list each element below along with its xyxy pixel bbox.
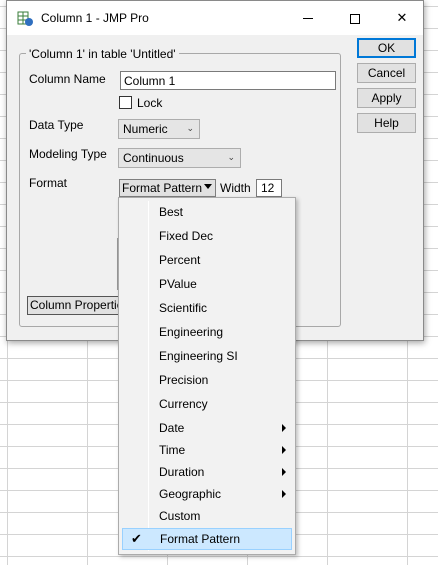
chevron-down-icon: ⌄ — [227, 152, 235, 162]
format-menu: Best Fixed Dec Percent PValue Scientific… — [118, 197, 296, 555]
menu-item-engineering[interactable]: Engineering — [122, 321, 292, 343]
format-value: Format Pattern — [122, 181, 203, 195]
menu-item-custom[interactable]: Custom — [122, 505, 292, 527]
close-button[interactable]: ✕ — [379, 1, 425, 35]
menu-item-percent[interactable]: Percent — [122, 249, 292, 271]
menu-item-date[interactable]: Date — [122, 417, 292, 439]
submenu-arrow-icon — [282, 446, 286, 454]
group-title: 'Column 1' in table 'Untitled' — [26, 47, 179, 61]
menu-item-label: Precision — [159, 373, 209, 387]
jmp-app-icon — [17, 11, 33, 26]
menu-item-label: Engineering — [159, 325, 224, 339]
data-type-value: Numeric — [123, 122, 168, 136]
width-input[interactable]: 12 — [256, 179, 282, 197]
menu-item-label: Duration — [159, 465, 205, 479]
menu-item-label: Fixed Dec — [159, 229, 214, 243]
menu-item-duration[interactable]: Duration — [122, 461, 292, 483]
menu-item-label: Currency — [159, 397, 208, 411]
menu-item-label: Engineering SI — [159, 349, 238, 363]
apply-button[interactable]: Apply — [357, 88, 416, 108]
title-bar[interactable]: Column 1 - JMP Pro ✕ — [7, 1, 423, 35]
cancel-button[interactable]: Cancel — [357, 63, 416, 83]
menu-item-label: Best — [159, 205, 184, 219]
menu-item-label: Custom — [159, 509, 201, 523]
minimize-icon — [303, 18, 313, 20]
chevron-down-icon: ⌄ — [186, 123, 194, 133]
ok-button[interactable]: OK — [357, 38, 416, 58]
menu-item-pvalue[interactable]: PValue — [122, 273, 292, 295]
menu-item-precision[interactable]: Precision — [122, 369, 292, 391]
data-type-select[interactable]: Numeric ⌄ — [118, 119, 200, 139]
menu-item-label: PValue — [159, 277, 197, 291]
menu-item-label: Date — [159, 421, 185, 435]
menu-item-label: Time — [159, 443, 186, 457]
maximize-button[interactable] — [332, 1, 378, 35]
menu-item-time[interactable]: Time — [122, 439, 292, 461]
width-label: Width — [220, 181, 251, 195]
menu-item-label: Percent — [159, 253, 201, 267]
menu-item-geographic[interactable]: Geographic — [122, 483, 292, 505]
window-title: Column 1 - JMP Pro — [41, 11, 149, 25]
lock-checkbox[interactable] — [119, 96, 132, 109]
format-dropdown-button[interactable]: Format Pattern — [119, 179, 216, 197]
column-name-label: Column Name — [29, 72, 106, 86]
close-icon: ✕ — [396, 10, 408, 25]
modeling-type-label: Modeling Type — [29, 147, 107, 161]
checkmark-icon: ✔ — [131, 531, 142, 546]
menu-item-label: Geographic — [159, 487, 222, 501]
menu-item-currency[interactable]: Currency — [122, 393, 292, 415]
maximize-icon — [350, 13, 360, 24]
menu-item-scientific[interactable]: Scientific — [122, 297, 292, 319]
column-name-input[interactable]: Column 1 — [120, 71, 336, 90]
menu-item-best[interactable]: Best — [122, 201, 292, 223]
submenu-arrow-icon — [282, 424, 286, 432]
menu-item-engineering-si[interactable]: Engineering SI — [122, 345, 292, 367]
help-button[interactable]: Help — [357, 113, 416, 133]
data-type-label: Data Type — [29, 118, 84, 132]
menu-item-format-pattern[interactable]: ✔ Format Pattern — [122, 528, 292, 550]
minimize-button[interactable] — [285, 1, 331, 35]
submenu-arrow-icon — [282, 468, 286, 476]
menu-item-label: Format Pattern — [160, 532, 241, 546]
menu-item-label: Scientific — [159, 301, 208, 315]
modeling-type-value: Continuous — [123, 151, 184, 165]
menu-item-fixed-dec[interactable]: Fixed Dec — [122, 225, 292, 247]
column-properties-button[interactable]: Column Properties — [27, 296, 127, 315]
lock-label: Lock — [137, 96, 163, 110]
format-label: Format — [29, 176, 68, 190]
submenu-arrow-icon — [282, 490, 286, 498]
modeling-type-select[interactable]: Continuous ⌄ — [118, 148, 241, 168]
dropdown-arrow-icon — [204, 184, 212, 189]
